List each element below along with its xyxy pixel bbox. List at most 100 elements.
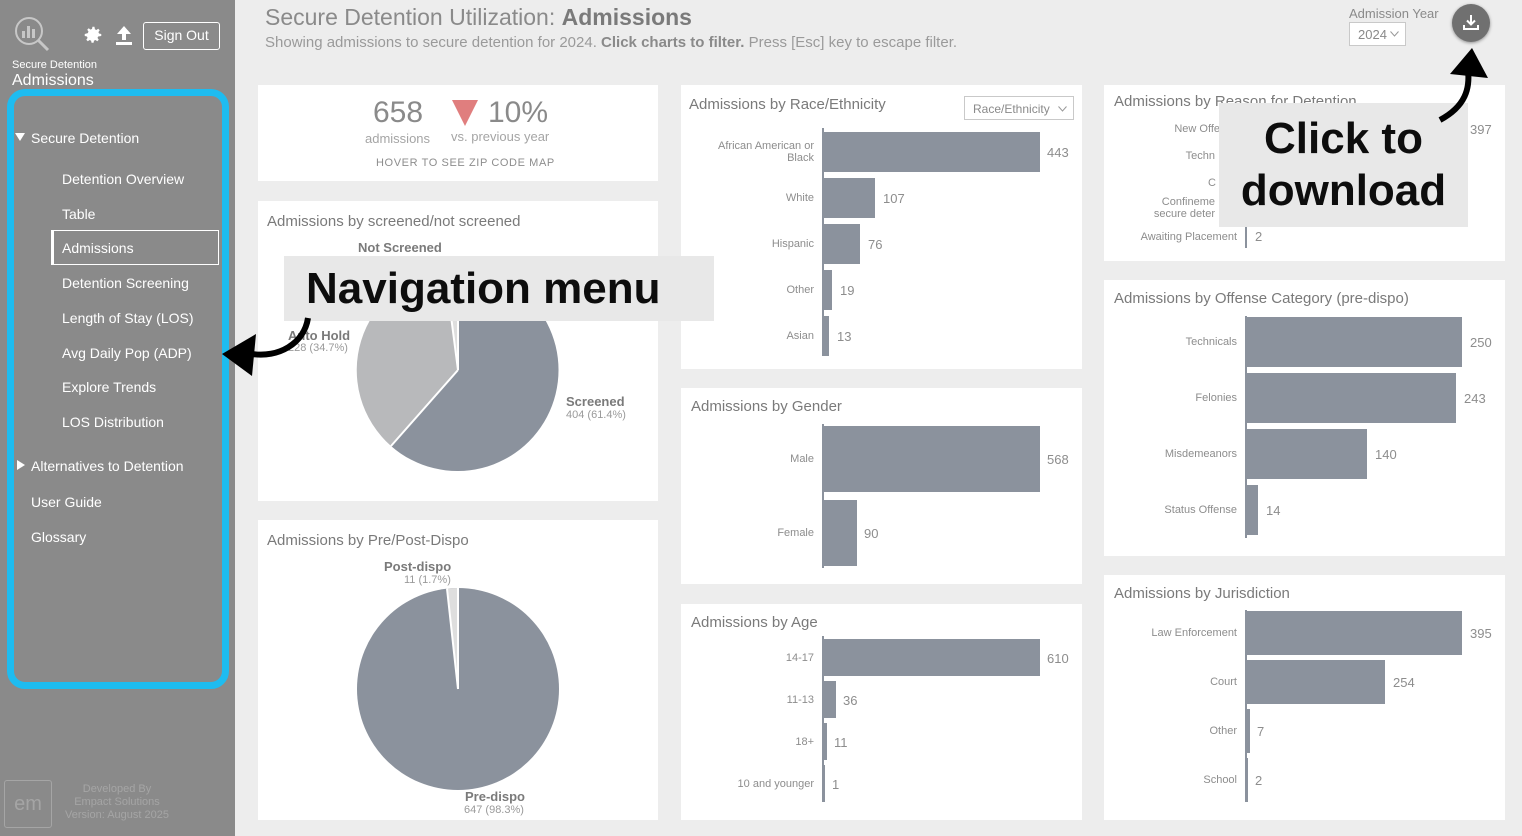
age-value-label: 36 (843, 693, 858, 708)
jurisdiction-value-label: 395 (1470, 626, 1492, 641)
app-logo-icon (15, 17, 50, 52)
jurisdiction-category-label: School (1203, 774, 1237, 786)
race-value-label: 76 (868, 237, 883, 252)
offense-category-label: Misdemeanors (1164, 448, 1237, 460)
race-title: Admissions by Race/Ethnicity (689, 96, 886, 113)
jurisdiction-bar[interactable] (1246, 611, 1462, 655)
offense-bar[interactable] (1246, 485, 1258, 535)
empact-logo: em (4, 780, 52, 828)
pie-label-screened: Screened (566, 394, 625, 409)
race-ethnicity-select[interactable]: Race/Ethnicity (964, 96, 1074, 120)
age-category-label: 10 and younger (737, 778, 814, 790)
sign-out-button[interactable]: Sign Out (143, 22, 220, 50)
age-bar[interactable] (823, 765, 825, 802)
age-bar[interactable] (823, 681, 836, 718)
race-bar[interactable] (823, 224, 860, 264)
download-button[interactable] (1452, 4, 1490, 42)
nav-highlight-frame (7, 89, 229, 689)
age-title: Admissions by Age (691, 614, 818, 631)
pie-label-post-dispo: Post-dispo (384, 559, 452, 574)
curved-arrow-up-icon (1438, 48, 1488, 123)
jurisdiction-bar[interactable] (1246, 660, 1385, 704)
race-category-label: African American or Black (718, 140, 814, 164)
jurisdiction-bar[interactable] (1246, 709, 1250, 753)
reason-category-label: Confineme (1161, 196, 1215, 208)
credit-line: Developed By (82, 783, 152, 795)
credit-line: Version: August 2025 (65, 809, 169, 821)
offense-category-label: Felonies (1195, 392, 1237, 404)
app-subtitle: Secure Detention (12, 59, 97, 71)
reason-category-label: Awaiting Placement (1140, 231, 1237, 243)
navigation-menu-callout: Navigation menu (284, 256, 714, 321)
page-subtitle: Showing admissions to secure detention f… (265, 34, 958, 51)
sidebar: Sign Out Secure Detention Admissions Sec… (0, 0, 235, 836)
pie-value-pre-dispo: 647 (98.3%) (464, 804, 524, 816)
download-callout-line: Click to (1264, 114, 1423, 163)
year-select[interactable]: 2024 (1349, 22, 1406, 46)
year-label: Admission Year (1349, 6, 1439, 21)
dispo-pie[interactable] (356, 587, 560, 791)
reason-category-label: C (1208, 177, 1216, 189)
race-bar[interactable] (823, 132, 1040, 172)
race-value-label: 13 (837, 329, 852, 344)
jurisdiction-value-label: 7 (1257, 724, 1265, 739)
kpi-change-pct: 10% (488, 96, 549, 129)
reason-category-label: secure deter (1153, 208, 1215, 220)
credit-line: Empact Solutions (74, 796, 160, 808)
curved-arrow-left-icon (222, 317, 311, 376)
offense-bar[interactable] (1246, 317, 1462, 367)
download-icon (1463, 15, 1479, 30)
pie-label-not-screened: Not Screened (358, 240, 442, 255)
offense-value-label: 243 (1464, 391, 1486, 406)
jurisdiction-category-label: Court (1210, 676, 1237, 688)
gender-title: Admissions by Gender (691, 398, 842, 415)
age-value-label: 1 (832, 777, 840, 792)
offense-value-label: 250 (1470, 335, 1492, 350)
age-category-label: 14-17 (785, 652, 814, 664)
race-bar[interactable] (823, 316, 829, 356)
chevron-down-icon (1390, 31, 1399, 37)
offense-bar[interactable] (1246, 373, 1456, 423)
age-bar[interactable] (823, 639, 1040, 676)
race-bar[interactable] (823, 270, 832, 310)
gender-bar[interactable] (823, 426, 1040, 492)
gear-icon[interactable] (82, 24, 104, 46)
reason-value-label: 397 (1470, 122, 1492, 137)
offense-value-label: 140 (1375, 447, 1397, 462)
race-card[interactable]: Admissions by Race/Ethnicity (681, 85, 1082, 369)
pie-label-pre-dispo: Pre-dispo (465, 789, 525, 804)
age-bar[interactable] (823, 723, 827, 760)
pie-value-post-dispo: 11 (1.7%) (404, 574, 451, 586)
page-title: Secure Detention Utilization: Admissions (265, 4, 692, 30)
dispo-title: Admissions by Pre/Post-Dispo (267, 532, 469, 549)
download-callout-line: download (1240, 166, 1447, 215)
kpi-count: 658 (373, 96, 424, 129)
offense-category-label: Status Offense (1164, 504, 1237, 516)
offense-title: Admissions by Offense Category (pre-disp… (1114, 290, 1409, 307)
offense-value-label: 14 (1266, 503, 1281, 518)
gender-bar[interactable] (823, 500, 857, 566)
kpi-count-label: admissions (365, 131, 431, 146)
jurisdiction-value-label: 2 (1255, 773, 1263, 788)
gender-category-label: Male (790, 453, 814, 465)
app-title: Admissions (12, 72, 94, 89)
race-category-label: White (785, 192, 814, 204)
gender-value-label: 568 (1047, 452, 1069, 467)
upload-icon[interactable] (114, 24, 134, 46)
race-category-label: Asian (786, 330, 814, 342)
gender-category-label: Female (777, 527, 814, 539)
jurisdiction-category-label: Other (1209, 725, 1237, 737)
offense-bar[interactable] (1246, 429, 1367, 479)
race-bar[interactable] (823, 178, 875, 218)
jurisdiction-bar[interactable] (1246, 758, 1248, 802)
download-callout: Click to download (1219, 103, 1468, 227)
race-category-label: Hispanic (771, 238, 814, 250)
pie-value-screened: 404 (61.4%) (566, 409, 626, 421)
decrease-triangle-icon (452, 100, 478, 126)
reason-category-label: New Offe (1174, 123, 1220, 135)
gender-value-label: 90 (864, 526, 879, 541)
age-value-label: 11 (834, 735, 848, 750)
jurisdiction-value-label: 254 (1393, 675, 1415, 690)
offense-category-label: Technicals (1185, 336, 1237, 348)
age-category-label: 18+ (795, 736, 814, 748)
